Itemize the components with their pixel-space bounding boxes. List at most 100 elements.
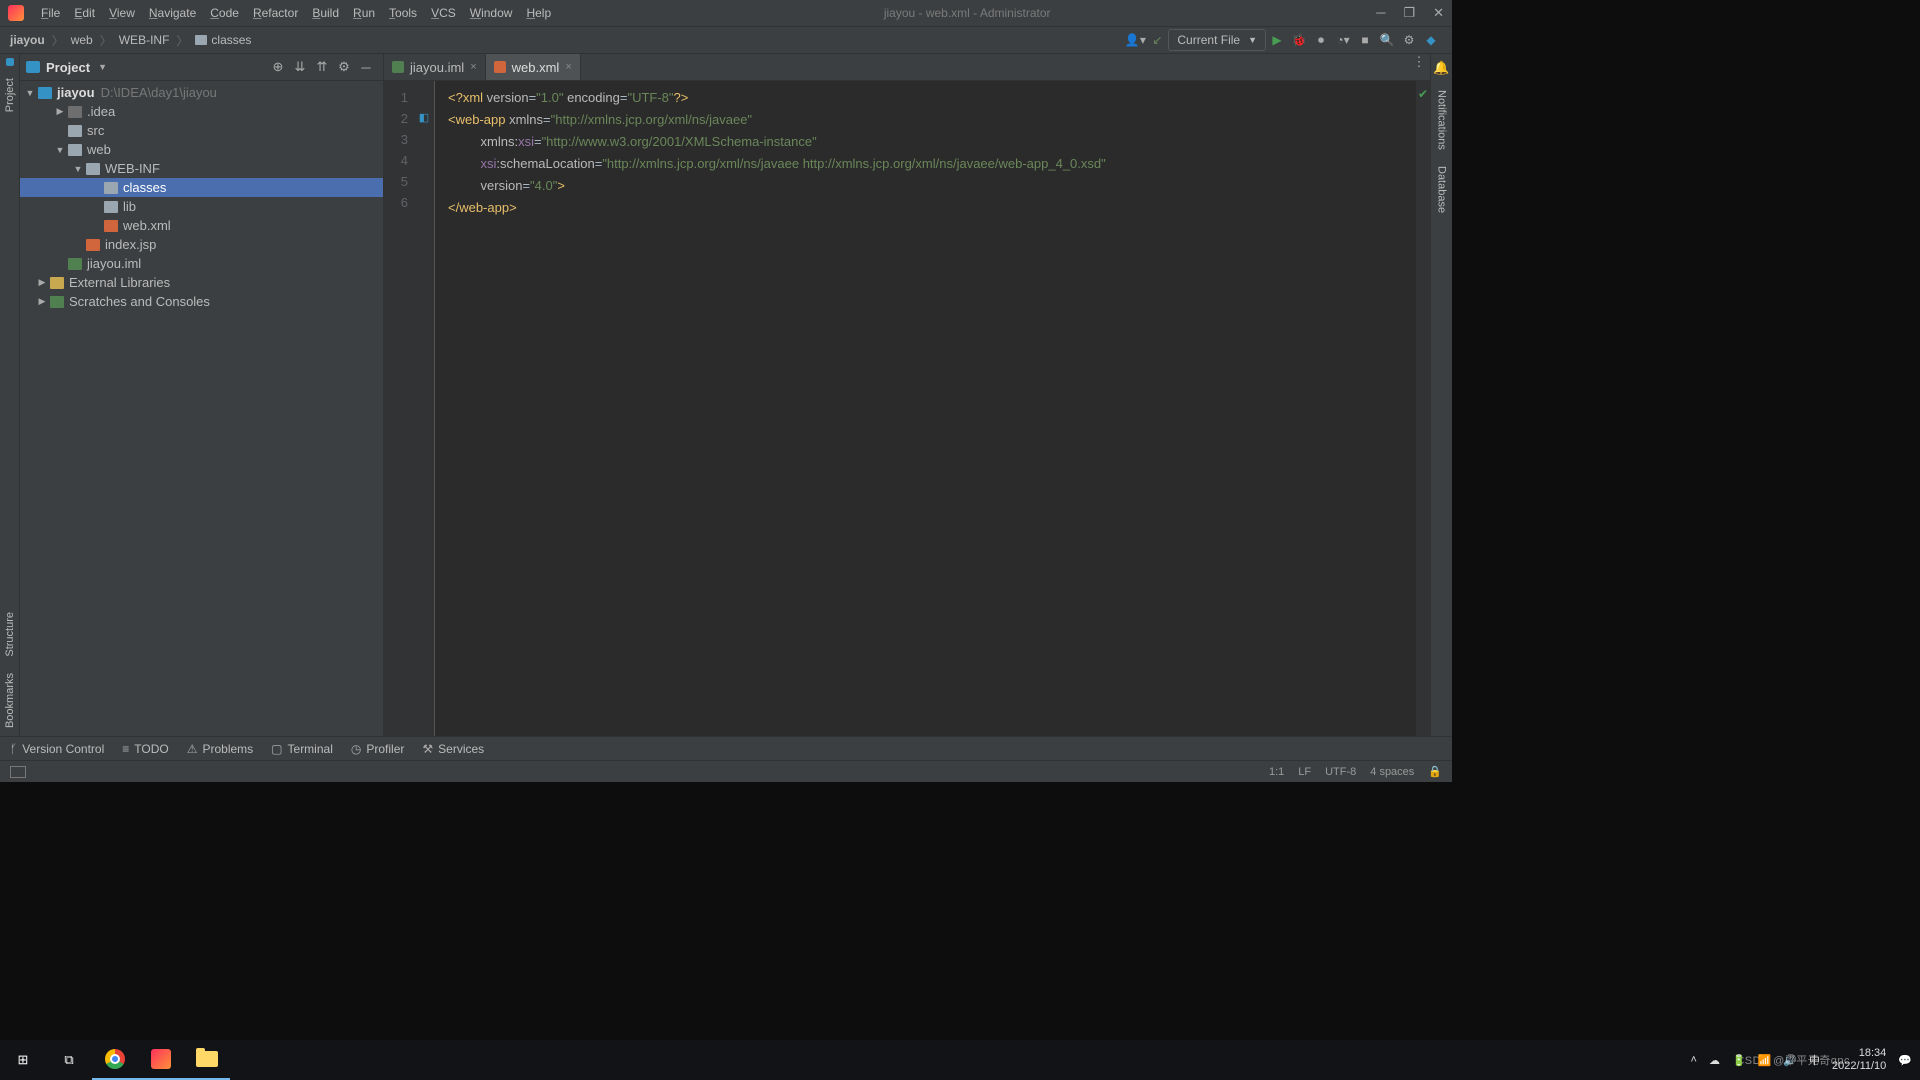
status-line-sep[interactable]: LF [1298, 766, 1311, 778]
notifications-icon[interactable]: 🔔 [1433, 54, 1449, 82]
fold-strip[interactable] [434, 81, 444, 736]
intellij-taskbar-icon[interactable] [138, 1040, 184, 1080]
menu-item-window[interactable]: Window [463, 6, 520, 20]
status-encoding[interactable]: UTF-8 [1325, 766, 1356, 778]
code-with-me-icon[interactable]: ◆ [1420, 29, 1442, 51]
menu-item-help[interactable]: Help [519, 6, 558, 20]
status-tool-window-icon[interactable] [10, 766, 26, 778]
project-tree[interactable]: ▼ jiayou D:\IDEA\day1\jiayou ▶.ideasrc▼w… [20, 81, 383, 736]
search-icon[interactable]: 🔍 [1376, 29, 1398, 51]
menu-item-edit[interactable]: Edit [67, 6, 102, 20]
menu-item-tools[interactable]: Tools [382, 6, 424, 20]
bottom-tool-services[interactable]: ⚒Services [422, 742, 484, 756]
project-tool-button[interactable]: Project [4, 70, 16, 120]
tray-volume-icon[interactable]: 🔊 [1783, 1054, 1797, 1067]
hide-panel-icon[interactable]: ─ [355, 60, 377, 75]
status-bar: 1:1 LF UTF-8 4 spaces 🔒 [0, 760, 1452, 782]
menu-bar: FileEditViewNavigateCodeRefactorBuildRun… [0, 0, 1452, 27]
task-view-button[interactable]: ⧉ [46, 1040, 92, 1080]
bookmarks-tool-button[interactable]: Bookmarks [4, 665, 16, 736]
error-stripe[interactable]: ✔ [1416, 81, 1430, 736]
tray-ime-icon[interactable]: 中 [1809, 1052, 1820, 1068]
explorer-taskbar-icon[interactable] [184, 1040, 230, 1080]
tree-row[interactable]: ▶External Libraries [20, 273, 383, 292]
tray-notifications-icon[interactable]: 💬 [1898, 1054, 1912, 1067]
tree-node-icon [68, 144, 82, 156]
ide-window: FileEditViewNavigateCodeRefactorBuildRun… [0, 0, 1452, 782]
bottom-tool-todo[interactable]: ≡TODO [122, 742, 168, 756]
database-tool-button[interactable]: Database [1436, 158, 1448, 221]
tree-node-icon [86, 163, 100, 175]
settings-icon[interactable]: ⚙ [1398, 29, 1420, 51]
editor-tab[interactable]: web.xml× [486, 54, 581, 80]
run-config-dropdown[interactable]: Current File▼ [1168, 29, 1266, 51]
project-panel: Project ▼ ⊕ ⇊ ⇈ ⚙ ─ ▼ jiayou D:\IDEA\day… [20, 54, 384, 736]
readonly-lock-icon[interactable]: 🔒 [1428, 765, 1442, 778]
menu-item-refactor[interactable]: Refactor [246, 6, 305, 20]
maximize-button[interactable]: ❐ [1403, 5, 1415, 21]
collapse-all-icon[interactable]: ⇈ [311, 59, 333, 75]
code-content[interactable]: <?xml version="1.0" encoding="UTF-8"?> <… [444, 81, 1416, 736]
status-caret-pos[interactable]: 1:1 [1269, 766, 1284, 778]
menu-item-navigate[interactable]: Navigate [142, 6, 203, 20]
menu-item-file[interactable]: File [34, 6, 67, 20]
minimize-button[interactable]: ─ [1376, 5, 1385, 21]
panel-settings-icon[interactable]: ⚙ [333, 59, 355, 75]
tray-battery-icon[interactable]: 🔋 [1732, 1054, 1746, 1067]
bottom-tool-terminal[interactable]: ▢Terminal [271, 742, 333, 756]
expand-all-icon[interactable]: ⇊ [289, 59, 311, 75]
menu-item-view[interactable]: View [102, 6, 142, 20]
tabs-more-icon[interactable]: ⋮ [1408, 54, 1430, 80]
editor-body[interactable]: 123456 ◧ <?xml version="1.0" encoding="U… [384, 81, 1430, 736]
gutter-icons: ◧ [414, 81, 434, 736]
coverage-icon[interactable]: ⏺ [1310, 29, 1332, 51]
start-button[interactable]: ⊞ [0, 1040, 46, 1080]
gutter-nav-icon[interactable]: ◧ [414, 108, 434, 129]
menu-item-build[interactable]: Build [305, 6, 346, 20]
debug-icon[interactable]: 🐞 [1288, 29, 1310, 51]
select-opened-file-icon[interactable]: ⊕ [267, 59, 289, 75]
breadcrumb[interactable]: jiayou 〉 web 〉 WEB-INF 〉 classes [10, 32, 251, 49]
tree-row[interactable]: web.xml [20, 216, 383, 235]
chevron-down-icon[interactable]: ▼ [98, 62, 107, 72]
line-numbers: 123456 [384, 81, 414, 736]
tree-row[interactable]: ▼WEB-INF [20, 159, 383, 178]
build-icon[interactable]: ↙ [1146, 29, 1168, 51]
tree-row[interactable]: index.jsp [20, 235, 383, 254]
close-tab-icon[interactable]: × [470, 61, 476, 73]
tree-row[interactable]: jiayou.iml [20, 254, 383, 273]
file-icon [494, 61, 506, 73]
editor-area: jiayou.iml×web.xml× ⋮ 123456 ◧ <?xml ver… [384, 54, 1430, 736]
menu-item-vcs[interactable]: VCS [424, 6, 463, 20]
tree-row[interactable]: lib [20, 197, 383, 216]
notifications-tool-button[interactable]: Notifications [1436, 82, 1448, 158]
tree-row[interactable]: ▼web [20, 140, 383, 159]
tree-row[interactable]: ▶Scratches and Consoles [20, 292, 383, 311]
inspection-ok-icon[interactable]: ✔ [1418, 87, 1428, 101]
structure-tool-button[interactable]: Structure [4, 604, 16, 665]
add-user-icon[interactable]: 👤▾ [1124, 29, 1146, 51]
tree-node-icon [50, 277, 64, 289]
close-button[interactable]: ✕ [1433, 5, 1444, 21]
tree-row[interactable]: src [20, 121, 383, 140]
bottom-tool-problems[interactable]: ⚠Problems [187, 742, 253, 756]
menu-item-run[interactable]: Run [346, 6, 382, 20]
stop-icon[interactable]: ■ [1354, 29, 1376, 51]
bottom-tool-profiler[interactable]: ◷Profiler [351, 742, 405, 756]
tree-row[interactable]: classes [20, 178, 383, 197]
editor-tab[interactable]: jiayou.iml× [384, 54, 486, 80]
menu-item-code[interactable]: Code [203, 6, 246, 20]
tray-wifi-icon[interactable]: 📶 [1758, 1054, 1772, 1067]
tree-root[interactable]: ▼ jiayou D:\IDEA\day1\jiayou [20, 83, 383, 102]
close-tab-icon[interactable]: × [565, 61, 571, 73]
bottom-tool-version-control[interactable]: ᚶVersion Control [10, 742, 104, 756]
profile-icon[interactable]: ◔▾ [1332, 29, 1354, 51]
tray-clock[interactable]: 18:34 2022/11/10 [1832, 1047, 1886, 1073]
project-icon [26, 61, 40, 73]
tray-chevron-icon[interactable]: ˄ [1691, 1054, 1697, 1066]
tree-row[interactable]: ▶.idea [20, 102, 383, 121]
status-indent[interactable]: 4 spaces [1370, 766, 1414, 778]
tray-onedrive-icon[interactable]: ☁ [1709, 1054, 1720, 1067]
run-icon[interactable]: ▶ [1266, 29, 1288, 51]
chrome-taskbar-icon[interactable] [92, 1040, 138, 1080]
